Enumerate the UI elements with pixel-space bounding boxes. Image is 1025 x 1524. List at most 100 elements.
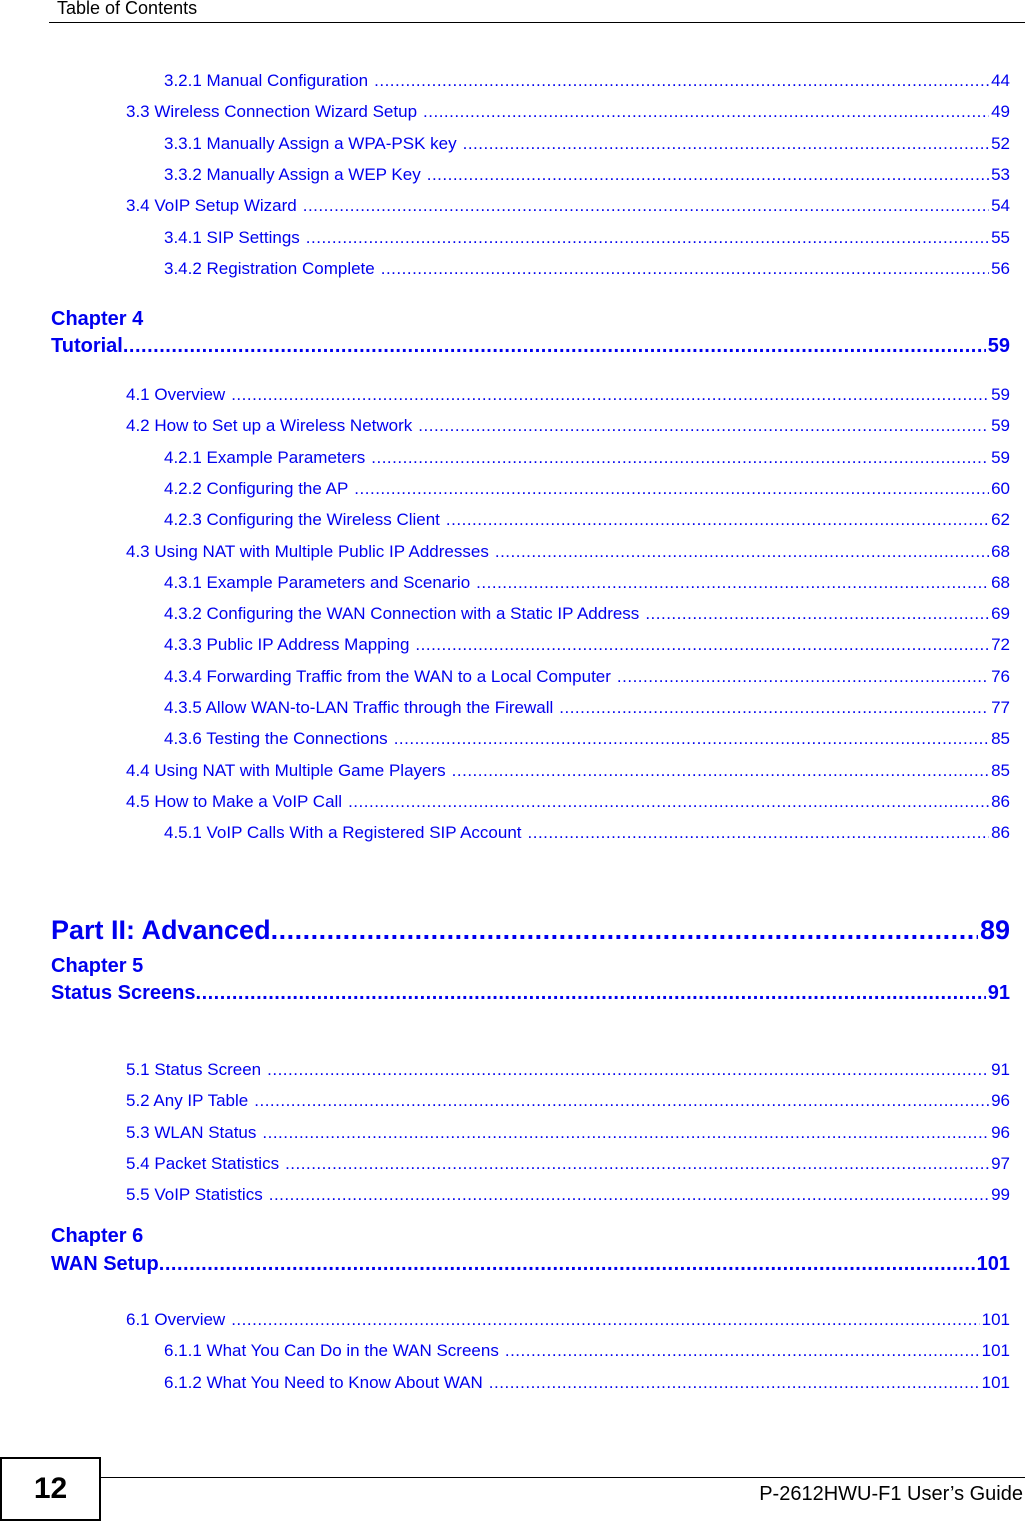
toc-entry-title[interactable]: 5.4 Packet Statistics bbox=[126, 1154, 285, 1174]
toc-entry[interactable]: 3.2.1 Manual Configuration 44 bbox=[164, 71, 1010, 91]
toc-entry[interactable]: 3.4.2 Registration Complete 56 bbox=[164, 259, 1010, 279]
toc-entry[interactable]: 3.3.2 Manually Assign a WEP Key 53 bbox=[164, 165, 1010, 185]
toc-entry-title[interactable]: 6.1.1 What You Can Do in the WAN Screens bbox=[164, 1341, 505, 1361]
toc-entry-page[interactable]: 85 bbox=[989, 729, 1010, 749]
toc-entry-title[interactable]: 3.4.1 SIP Settings bbox=[164, 228, 306, 248]
toc-entry-title[interactable]: 4.5 How to Make a VoIP Call bbox=[126, 792, 348, 812]
toc-entry[interactable]: 4.2.3 Configuring the Wireless Client 62 bbox=[164, 510, 1010, 530]
toc-entry[interactable]: 3.4.1 SIP Settings 55 bbox=[164, 228, 1010, 248]
toc-entry[interactable]: 3.3.1 Manually Assign a WPA-PSK key 52 bbox=[164, 134, 1010, 154]
toc-entry-page[interactable]: 59 bbox=[989, 416, 1010, 436]
toc-entry-title[interactable]: 5.3 WLAN Status bbox=[126, 1123, 262, 1143]
toc-entry-page[interactable]: 52 bbox=[989, 134, 1010, 154]
toc-entry[interactable]: 6.1 Overview 101 bbox=[126, 1310, 1010, 1330]
toc-entry[interactable]: 5.4 Packet Statistics 97 bbox=[126, 1154, 1010, 1174]
toc-entry-title[interactable]: 4.3.5 Allow WAN-to-LAN Traffic through t… bbox=[164, 698, 559, 718]
toc-entry-title[interactable]: 4.2 How to Set up a Wireless Network bbox=[126, 416, 418, 436]
toc-entry-title[interactable]: 3.3 Wireless Connection Wizard Setup bbox=[126, 102, 423, 122]
chapter-title-tutorial[interactable]: Tutorial 59 bbox=[51, 335, 1010, 358]
toc-entry[interactable]: 4.3.6 Testing the Connections 85 bbox=[164, 729, 1010, 749]
part-title-advanced[interactable]: Part II: Advanced 89 bbox=[51, 915, 1010, 946]
toc-entry-title[interactable]: 4.5.1 VoIP Calls With a Registered SIP A… bbox=[164, 823, 528, 843]
toc-entry[interactable]: 4.3.1 Example Parameters and Scenario 68 bbox=[164, 573, 1010, 593]
toc-entry[interactable]: 4.5.1 VoIP Calls With a Registered SIP A… bbox=[164, 823, 1010, 843]
toc-entry-page[interactable]: 96 bbox=[989, 1091, 1010, 1111]
toc-entry[interactable]: 3.3 Wireless Connection Wizard Setup 49 bbox=[126, 102, 1010, 122]
toc-entry-page[interactable]: 68 bbox=[989, 573, 1010, 593]
toc-entry-title[interactable]: Status Screens bbox=[51, 982, 196, 1005]
toc-entry-title[interactable]: 4.2.3 Configuring the Wireless Client bbox=[164, 510, 446, 530]
toc-entry[interactable]: 4.3.2 Configuring the WAN Connection wit… bbox=[164, 604, 1010, 624]
toc-entry-page[interactable]: 59 bbox=[989, 448, 1010, 468]
toc-entry-page[interactable]: 68 bbox=[989, 542, 1010, 562]
toc-entry[interactable]: 4.2.1 Example Parameters 59 bbox=[164, 448, 1010, 468]
toc-entry[interactable]: 4.5 How to Make a VoIP Call 86 bbox=[126, 792, 1010, 812]
toc-entry[interactable]: 6.1.2 What You Need to Know About WAN 101 bbox=[164, 1373, 1010, 1393]
toc-entry-title[interactable]: 5.5 VoIP Statistics bbox=[126, 1185, 269, 1205]
toc-entry[interactable]: 4.2 How to Set up a Wireless Network 59 bbox=[126, 416, 1010, 436]
toc-entry-title[interactable]: WAN Setup bbox=[51, 1253, 159, 1276]
toc-entry[interactable]: 5.3 WLAN Status 96 bbox=[126, 1123, 1010, 1143]
toc-entry-title[interactable]: 4.4 Using NAT with Multiple Game Players bbox=[126, 761, 452, 781]
toc-entry[interactable]: 4.2.2 Configuring the AP 60 bbox=[164, 479, 1010, 499]
toc-entry-title[interactable]: 4.3.1 Example Parameters and Scenario bbox=[164, 573, 476, 593]
toc-entry-title[interactable]: Part II: Advanced bbox=[51, 915, 271, 946]
toc-entry-page[interactable]: 59 bbox=[989, 385, 1010, 405]
toc-entry-page[interactable]: 62 bbox=[989, 510, 1010, 530]
toc-entry-page[interactable]: 60 bbox=[989, 479, 1010, 499]
toc-entry-page[interactable]: 55 bbox=[989, 228, 1010, 248]
toc-entry[interactable]: 3.4 VoIP Setup Wizard 54 bbox=[126, 196, 1010, 216]
toc-entry-page[interactable]: 53 bbox=[989, 165, 1010, 185]
toc-entry-page[interactable]: 56 bbox=[989, 259, 1010, 279]
toc-entry-title[interactable]: 4.3.6 Testing the Connections bbox=[164, 729, 394, 749]
toc-entry-title[interactable]: 4.3 Using NAT with Multiple Public IP Ad… bbox=[126, 542, 495, 562]
toc-entry-page[interactable]: 86 bbox=[989, 823, 1010, 843]
toc-entry-title[interactable]: 4.3.2 Configuring the WAN Connection wit… bbox=[164, 604, 645, 624]
chapter-title-wan-setup[interactable]: WAN Setup 101 bbox=[51, 1253, 1010, 1276]
toc-entry-title[interactable]: Tutorial bbox=[51, 335, 123, 358]
toc-entry-title[interactable]: 4.2.1 Example Parameters bbox=[164, 448, 371, 468]
toc-entry-page[interactable]: 97 bbox=[989, 1154, 1010, 1174]
toc-entry[interactable]: 5.5 VoIP Statistics 99 bbox=[126, 1185, 1010, 1205]
toc-entry[interactable]: 4.3 Using NAT with Multiple Public IP Ad… bbox=[126, 542, 1010, 562]
toc-entry[interactable]: 5.2 Any IP Table 96 bbox=[126, 1091, 1010, 1111]
toc-entry-page[interactable]: 91 bbox=[989, 1060, 1010, 1080]
toc-entry[interactable]: 4.4 Using NAT with Multiple Game Players… bbox=[126, 761, 1010, 781]
toc-entry-title[interactable]: 4.1 Overview bbox=[126, 385, 231, 405]
toc-entry-page[interactable]: 89 bbox=[978, 915, 1010, 946]
toc-entry[interactable]: 6.1.1 What You Can Do in the WAN Screens… bbox=[164, 1341, 1010, 1361]
toc-entry-page[interactable]: 49 bbox=[989, 102, 1010, 122]
toc-entry-page[interactable]: 99 bbox=[989, 1185, 1010, 1205]
toc-entry-page[interactable]: 59 bbox=[986, 335, 1010, 358]
toc-entry-title[interactable]: 4.2.2 Configuring the AP bbox=[164, 479, 354, 499]
toc-entry-title[interactable]: 3.4 VoIP Setup Wizard bbox=[126, 196, 303, 216]
toc-entry-page[interactable]: 96 bbox=[989, 1123, 1010, 1143]
toc-entry-title[interactable]: 3.3.1 Manually Assign a WPA-PSK key bbox=[164, 134, 463, 154]
toc-entry-page[interactable]: 101 bbox=[980, 1310, 1010, 1330]
toc-entry[interactable]: 5.1 Status Screen 91 bbox=[126, 1060, 1010, 1080]
toc-entry-page[interactable]: 101 bbox=[975, 1253, 1010, 1276]
toc-entry-page[interactable]: 76 bbox=[989, 667, 1010, 687]
toc-entry[interactable]: 4.1 Overview 59 bbox=[126, 385, 1010, 405]
toc-entry-page[interactable]: 91 bbox=[986, 982, 1010, 1005]
toc-entry-title[interactable]: 3.4.2 Registration Complete bbox=[164, 259, 381, 279]
toc-entry-page[interactable]: 101 bbox=[980, 1373, 1010, 1393]
toc-entry-page[interactable]: 69 bbox=[989, 604, 1010, 624]
toc-entry-page[interactable]: 54 bbox=[989, 196, 1010, 216]
toc-entry-page[interactable]: 86 bbox=[989, 792, 1010, 812]
toc-entry-title[interactable]: 6.1 Overview bbox=[126, 1310, 231, 1330]
toc-entry-page[interactable]: 85 bbox=[989, 761, 1010, 781]
toc-entry-page[interactable]: 77 bbox=[989, 698, 1010, 718]
toc-entry-title[interactable]: 5.2 Any IP Table bbox=[126, 1091, 254, 1111]
toc-entry-page[interactable]: 44 bbox=[989, 71, 1010, 91]
toc-entry[interactable]: 4.3.3 Public IP Address Mapping 72 bbox=[164, 635, 1010, 655]
toc-entry[interactable]: 4.3.5 Allow WAN-to-LAN Traffic through t… bbox=[164, 698, 1010, 718]
toc-entry-page[interactable]: 101 bbox=[980, 1341, 1010, 1361]
toc-entry-title[interactable]: 3.3.2 Manually Assign a WEP Key bbox=[164, 165, 427, 185]
toc-entry-title[interactable]: 5.1 Status Screen bbox=[126, 1060, 267, 1080]
chapter-title-status-screens[interactable]: Status Screens 91 bbox=[51, 982, 1010, 1005]
toc-entry-title[interactable]: 6.1.2 What You Need to Know About WAN bbox=[164, 1373, 489, 1393]
toc-entry-page[interactable]: 72 bbox=[989, 635, 1010, 655]
toc-entry-title[interactable]: 3.2.1 Manual Configuration bbox=[164, 71, 374, 91]
toc-entry[interactable]: 4.3.4 Forwarding Traffic from the WAN to… bbox=[164, 667, 1010, 687]
